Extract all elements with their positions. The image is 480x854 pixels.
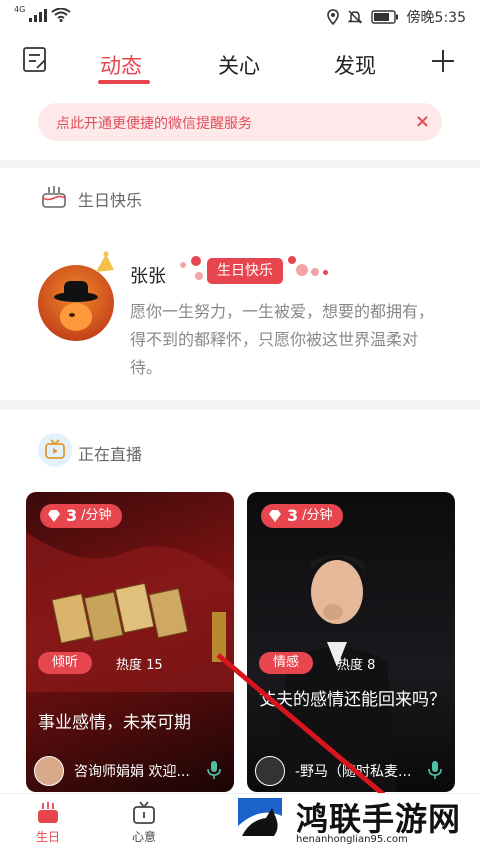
host-name: -野马（随时私麦... <box>295 764 412 780</box>
cake-icon <box>38 802 58 823</box>
microphone-icon <box>428 761 442 779</box>
confetti-dot <box>288 256 296 264</box>
card-cover-image <box>277 555 397 792</box>
top-nav: 动态 关心 发现 <box>0 36 480 88</box>
banner-text: 点此开通更便捷的微信提醒服务 <box>56 116 252 132</box>
birthday-user-name[interactable]: 张张 <box>130 262 166 288</box>
live-title: 丈夫的感情还能回来吗？ <box>259 690 446 710</box>
live-icon <box>38 433 72 467</box>
category-tag: 情感 <box>259 652 314 674</box>
tabbar-label: 心意 <box>131 830 156 844</box>
live-card[interactable]: 3 /分钟 倾听 热度 15 事业感情，未来可期 咨询师娟娟 欢迎... <box>26 492 234 792</box>
battery-icon <box>370 10 398 24</box>
host-row: 咨询师娟娟 欢迎... <box>34 756 226 786</box>
live-section-title: 正在直播 <box>78 445 143 464</box>
tab-dongtai[interactable]: 动态 <box>100 50 142 80</box>
birthday-section-title: 生日快乐 <box>78 191 143 210</box>
watermark-url: henanhonglian95.com <box>296 834 408 845</box>
confetti-dot <box>323 270 328 275</box>
live-card[interactable]: 3 /分钟 情感 热度 8 丈夫的感情还能回来吗？ -野马（随时私麦... <box>247 492 455 792</box>
close-icon[interactable]: × <box>415 111 430 132</box>
birthday-wish-text: 愿你一生努力，一生被爱，想要的都拥有，得不到的都释怀，只愿你被这世界温柔对待。 <box>130 302 435 377</box>
signal-icon <box>29 9 48 22</box>
watermark: 鸿联手游网 henanhonglian95.com <box>230 792 480 853</box>
divider <box>0 400 480 410</box>
status-bar: 4G 傍晚5:35 <box>0 0 480 34</box>
host-avatar <box>255 756 285 786</box>
watermark-logo-icon <box>238 798 282 842</box>
active-tab-indicator <box>98 80 150 84</box>
confetti-dot <box>195 272 203 280</box>
confetti-dot <box>180 262 186 268</box>
price-unit: /分钟 <box>81 508 112 523</box>
mute-bell-icon <box>347 10 362 24</box>
tv-icon <box>133 801 155 824</box>
confetti-dot <box>296 264 308 276</box>
heat-count: 热度 15 <box>116 658 163 673</box>
tab-guanxin[interactable]: 关心 <box>218 50 260 80</box>
diamond-icon <box>269 510 281 522</box>
divider <box>0 160 480 168</box>
add-icon[interactable] <box>430 48 456 74</box>
wechat-reminder-banner[interactable]: 点此开通更便捷的微信提醒服务 × <box>38 103 442 141</box>
price-number: 3 <box>287 506 299 525</box>
category-tag: 倾听 <box>38 652 93 674</box>
cake-icon <box>42 186 66 208</box>
party-hat-icon <box>96 251 114 272</box>
wifi-icon <box>51 8 71 22</box>
confetti-dot <box>311 268 319 276</box>
card-cover-image <box>26 532 234 692</box>
host-avatar <box>34 756 64 786</box>
price-unit: /分钟 <box>302 508 333 523</box>
price-badge: 3 /分钟 <box>261 504 343 528</box>
tabbar-item-xinyi[interactable]: 心意 <box>114 800 174 845</box>
confetti-dot <box>191 256 201 266</box>
microphone-icon <box>207 761 221 779</box>
tabbar-item-birthday[interactable]: 生日 <box>18 800 78 845</box>
avatar-image <box>54 281 98 331</box>
price-number: 3 <box>66 506 78 525</box>
heat-count: 热度 8 <box>337 658 376 673</box>
avatar[interactable] <box>38 265 114 341</box>
clock: 傍晚5:35 <box>406 10 466 26</box>
compose-icon[interactable] <box>22 46 48 74</box>
live-title: 事业感情，未来可期 <box>38 713 191 733</box>
location-icon <box>326 9 339 25</box>
host-row: -野马（随时私麦... <box>255 756 447 786</box>
diamond-icon <box>48 510 60 522</box>
tab-faxian[interactable]: 发现 <box>334 50 376 80</box>
birthday-badge: 生日快乐 <box>207 258 283 284</box>
tabbar-label: 生日 <box>35 830 60 844</box>
host-name: 咨询师娟娟 欢迎... <box>74 764 190 780</box>
price-badge: 3 /分钟 <box>40 504 122 528</box>
network-type: 4G <box>14 5 26 14</box>
